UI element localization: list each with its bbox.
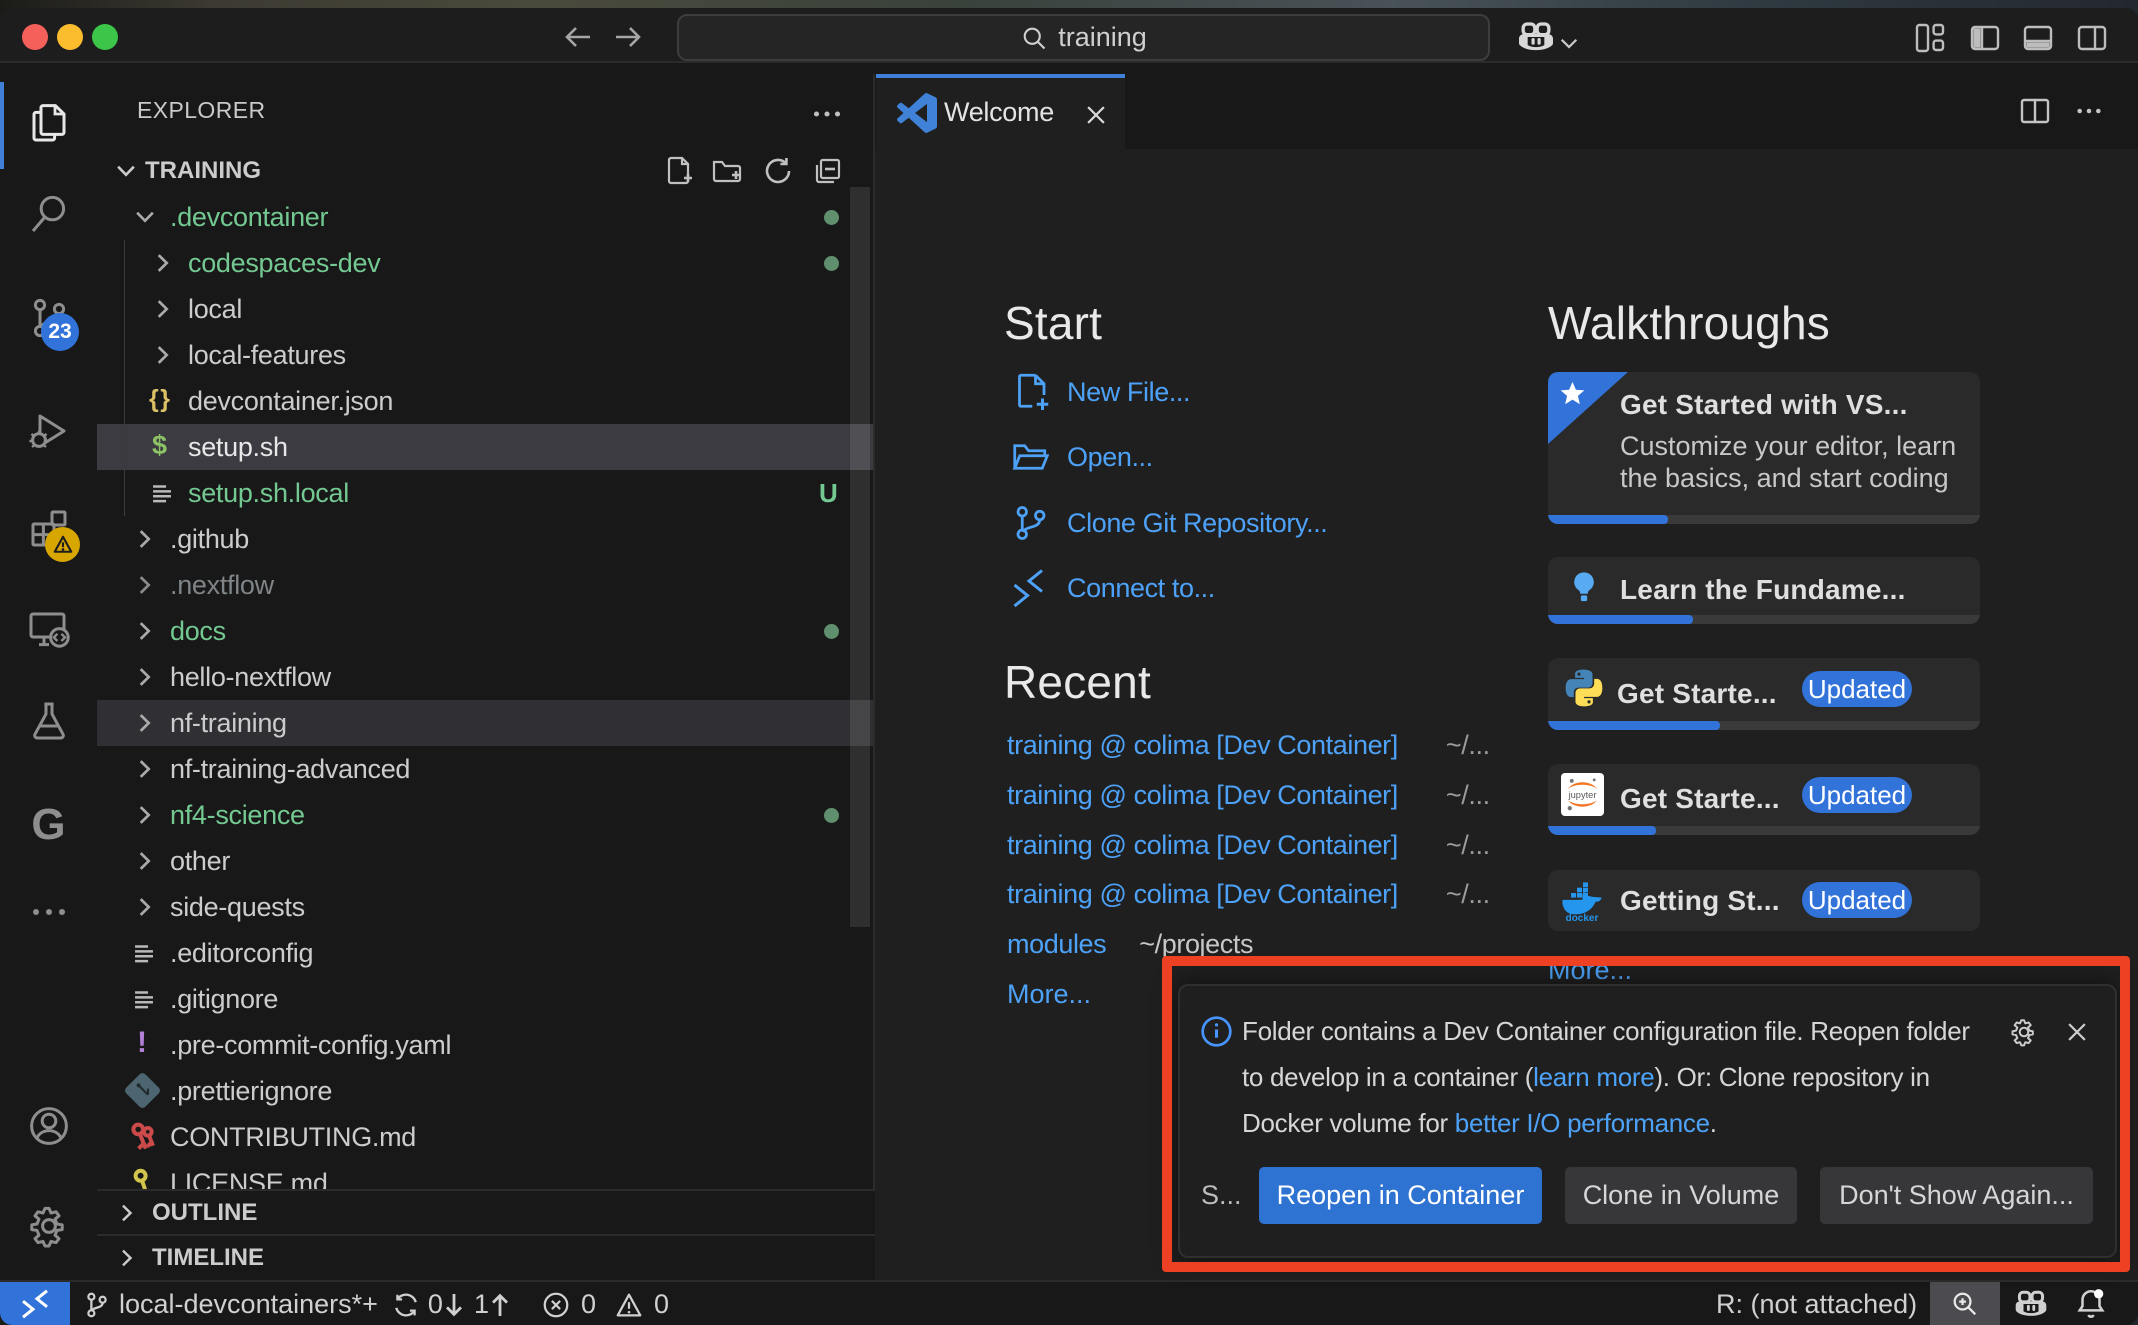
svg-text:docker: docker [1566, 913, 1599, 924]
svg-text:jupyter: jupyter [1568, 790, 1597, 800]
